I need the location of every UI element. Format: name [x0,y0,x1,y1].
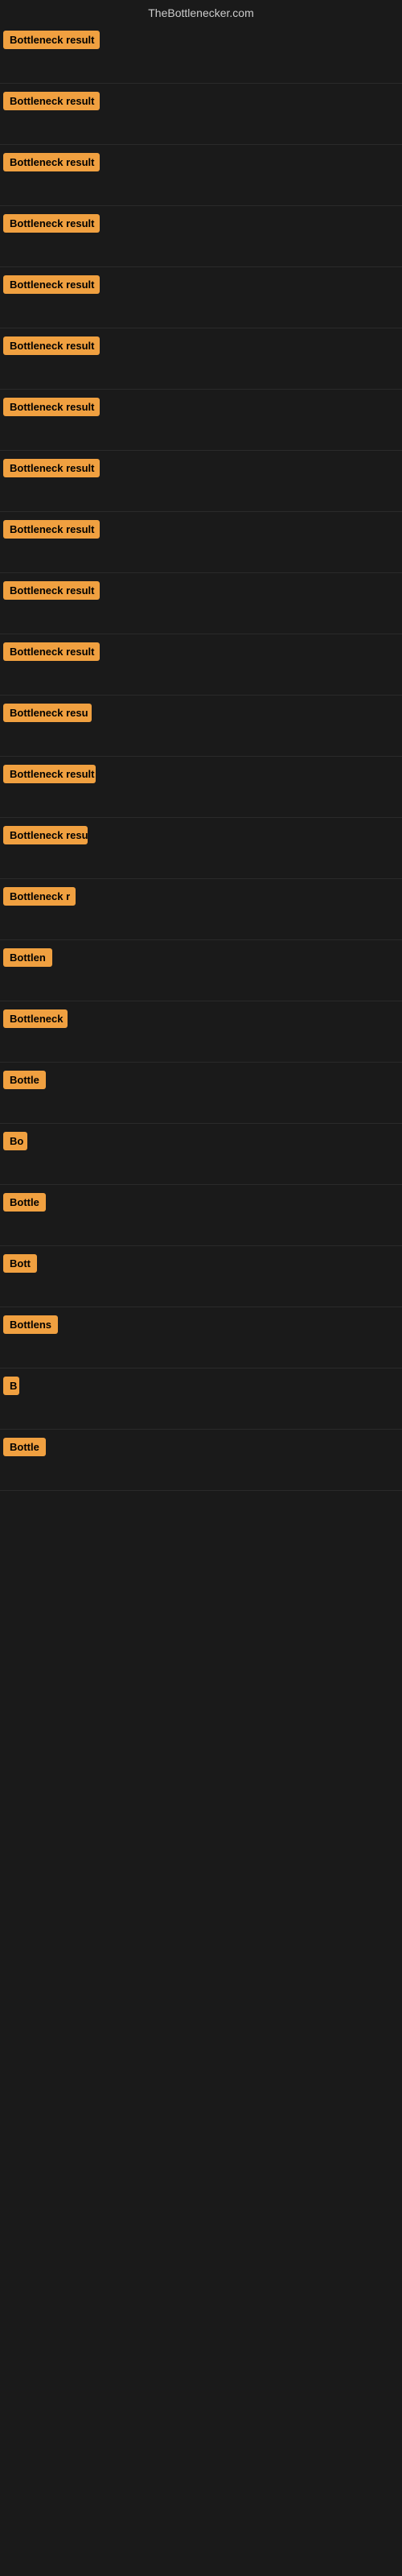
bottleneck-badge: Bottleneck result [3,92,100,110]
bottleneck-row: Bottle [0,1430,402,1491]
bottleneck-row: Bottle [0,1185,402,1246]
rows-container: Bottleneck result Bottleneck result Bottle… [0,23,402,2296]
bottleneck-row: Bottlens [0,1307,402,1368]
bottleneck-badge: Bottleneck resu [3,704,92,722]
bottleneck-badge: Bottleneck result [3,398,100,416]
bottleneck-badge: Bottleneck result [3,153,100,171]
bottleneck-row: Bottleneck result [0,451,402,512]
bottleneck-badge: Bottlens [3,1315,58,1334]
bottleneck-row: B [0,1368,402,1430]
bottleneck-row: Bottleneck resu [0,696,402,757]
site-title: TheBottlenecker.com [0,0,402,23]
bottleneck-badge: Bottleneck [3,1009,68,1028]
bottleneck-badge: Bottleneck result [3,459,100,477]
bottleneck-badge: Bottleneck r [3,887,76,906]
bottleneck-badge: Bottlen [3,948,52,967]
bottleneck-row: Bottleneck result [0,512,402,573]
bottleneck-row: Bottleneck result [0,206,402,267]
bottleneck-badge: Bott [3,1254,37,1273]
bottleneck-badge: Bottle [3,1438,46,1456]
bottleneck-badge: Bottleneck result [3,214,100,233]
bottleneck-row: Bottleneck result [0,573,402,634]
bottleneck-badge: Bottleneck result [3,581,100,600]
bottleneck-row: Bottleneck result [0,84,402,145]
bottleneck-badge: B [3,1377,19,1395]
bottleneck-badge: Bottleneck result [3,336,100,355]
page-container: TheBottlenecker.com Bottleneck resultBot… [0,0,402,2576]
bottleneck-row: Bottleneck resu [0,818,402,879]
bottleneck-row: Bottleneck r [0,879,402,940]
bottleneck-row: Bottleneck result [0,328,402,390]
bottleneck-row: Bottleneck result [0,634,402,696]
bottleneck-row: Bottlen [0,940,402,1001]
bottleneck-badge: Bottleneck result [3,642,100,661]
bottleneck-row: Bottle [0,1063,402,1124]
bottleneck-row: Bo [0,1124,402,1185]
bottleneck-row: Bottleneck result [0,145,402,206]
bottleneck-row: Bottleneck result [0,23,402,84]
bottleneck-badge: Bottleneck result [3,31,100,49]
bottleneck-badge: Bottleneck resu [3,826,88,844]
bottleneck-row: Bott [0,1246,402,1307]
bottleneck-row: Bottleneck result [0,390,402,451]
bottleneck-badge: Bottle [3,1193,46,1212]
bottleneck-badge: Bottleneck result [3,520,100,539]
bottleneck-row: Bottleneck result [0,267,402,328]
bottleneck-badge: Bottleneck result [3,765,96,783]
bottleneck-row: Bottleneck result [0,757,402,818]
bottleneck-badge: Bottle [3,1071,46,1089]
bottleneck-badge: Bo [3,1132,27,1150]
bottleneck-badge: Bottleneck result [3,275,100,294]
bottleneck-row: Bottleneck [0,1001,402,1063]
